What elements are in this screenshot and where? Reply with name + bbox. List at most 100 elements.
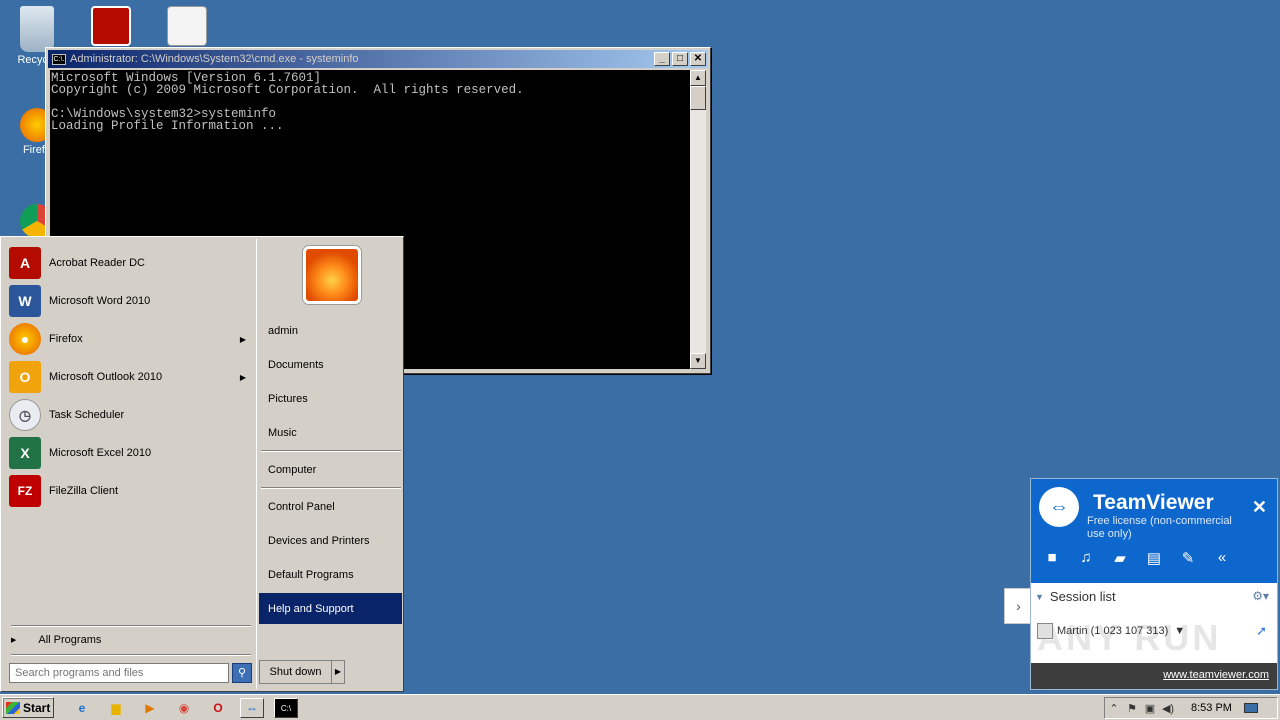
program-label: Microsoft Word 2010 xyxy=(49,295,151,307)
teamviewer-taskbar-icon[interactable]: ⇔ xyxy=(240,698,264,718)
places-item-help-support[interactable]: Help and Support xyxy=(259,593,402,624)
collapse-icon[interactable]: « xyxy=(1213,549,1231,567)
cmd-title-bar[interactable]: C:\. Administrator: C:\Windows\System32\… xyxy=(48,50,708,68)
opera-icon[interactable]: O xyxy=(206,698,230,718)
triangle-right-icon: ▶ xyxy=(11,637,17,644)
program-label: Acrobat Reader DC xyxy=(49,257,145,269)
filezilla-icon: FZ xyxy=(9,475,41,507)
close-button[interactable]: ✕ xyxy=(690,52,706,66)
scroll-down-icon[interactable]: ▼ xyxy=(690,353,706,369)
start-menu: A Acrobat Reader DC W Microsoft Word 201… xyxy=(0,236,404,692)
ie-icon[interactable]: e xyxy=(70,698,94,718)
program-label: Microsoft Outlook 2010 xyxy=(49,371,163,383)
program-acrobat-reader[interactable]: A Acrobat Reader DC xyxy=(9,245,254,281)
submenu-arrow-icon[interactable]: ▶ xyxy=(240,335,246,344)
word-icon: W xyxy=(9,285,41,317)
tools-icon[interactable]: ✎ xyxy=(1179,549,1197,567)
dropdown-icon[interactable]: ▼ xyxy=(1174,625,1185,637)
scroll-up-icon[interactable]: ▲ xyxy=(690,70,706,86)
acrobat-icon xyxy=(91,6,131,46)
show-desktop-icon[interactable] xyxy=(1243,703,1258,713)
program-label: FileZilla Client xyxy=(49,485,119,497)
program-filezilla[interactable]: FZ FileZilla Client xyxy=(9,473,254,509)
places-item-control-panel[interactable]: Control Panel xyxy=(259,491,402,522)
desktop-icon-word[interactable] xyxy=(152,6,222,48)
explorer-folder-icon[interactable]: ▆ xyxy=(104,698,128,718)
search-input[interactable] xyxy=(9,663,229,683)
flag-icon[interactable]: ⚑ xyxy=(1123,702,1141,715)
teamviewer-website-link[interactable]: www.teamviewer.com xyxy=(1163,669,1269,681)
firefox-icon: ● xyxy=(9,323,41,355)
chrome-icon[interactable]: ◉ xyxy=(172,698,196,718)
program-outlook[interactable]: O Microsoft Outlook 2010 ▶ xyxy=(9,359,254,395)
console-line: Copyright (c) 2009 Microsoft Corporation… xyxy=(51,83,524,97)
search-icon[interactable]: ⚲ xyxy=(232,663,252,683)
volume-icon[interactable]: ◀) xyxy=(1159,702,1177,715)
teamviewer-footer: www.teamviewer.com xyxy=(1031,663,1277,689)
places-item-pictures[interactable]: Pictures xyxy=(259,383,402,414)
console-line: Loading Profile Information ... xyxy=(51,119,284,133)
cmd-window-title: Administrator: C:\Windows\System32\cmd.e… xyxy=(70,53,359,65)
start-label: Start xyxy=(23,700,51,715)
places-item-admin[interactable]: admin xyxy=(259,315,402,346)
close-icon[interactable]: ✕ xyxy=(1252,497,1267,518)
cursor-icon[interactable]: ➚ xyxy=(1256,623,1267,639)
cmd-app-icon: C:\. xyxy=(52,53,66,65)
teamviewer-panel: ⇔ TeamViewer Free license (non-commercia… xyxy=(1030,478,1278,690)
gear-icon[interactable]: ⚙▾ xyxy=(1252,589,1269,603)
excel-icon: X xyxy=(9,437,41,469)
cmd-scrollbar[interactable]: ▲ ▼ xyxy=(690,70,706,369)
shutdown-options-arrow-icon[interactable]: ▶ xyxy=(332,661,344,683)
cmd-taskbar-icon[interactable]: C:\ xyxy=(274,698,298,718)
program-label: Firefox xyxy=(49,333,83,345)
start-menu-divider xyxy=(11,625,251,627)
video-icon[interactable]: ■ xyxy=(1043,549,1061,567)
desktop-icon-acrobat[interactable] xyxy=(76,6,146,48)
acrobat-icon: A xyxy=(9,247,41,279)
places-item-computer[interactable]: Computer xyxy=(259,454,402,485)
session-list-header[interactable]: ▼ Session list xyxy=(1035,589,1116,604)
program-word[interactable]: W Microsoft Word 2010 xyxy=(9,283,254,319)
teamviewer-license-text: Free license (non-commercial use only) xyxy=(1087,515,1232,540)
teamviewer-header: ⇔ TeamViewer Free license (non-commercia… xyxy=(1031,479,1277,583)
shutdown-button[interactable]: Shut down xyxy=(260,661,332,683)
teamviewer-expand-tab[interactable]: › xyxy=(1004,588,1032,624)
teamviewer-toolbar: ■ ♫ ▰ ▤ ✎ « xyxy=(1043,549,1231,567)
start-menu-divider xyxy=(11,654,251,656)
triangle-down-icon: ▼ xyxy=(1035,591,1044,602)
program-excel[interactable]: X Microsoft Excel 2010 xyxy=(9,435,254,471)
session-item[interactable]: Martin (1 023 107 313) ▼ xyxy=(1037,623,1185,639)
user-avatar[interactable] xyxy=(303,246,361,304)
network-icon[interactable]: ▣ xyxy=(1141,702,1159,715)
word-doc-icon xyxy=(167,6,207,46)
places-divider xyxy=(261,450,401,452)
places-item-music[interactable]: Music xyxy=(259,417,402,448)
headset-icon[interactable]: ♫ xyxy=(1077,549,1095,567)
program-task-scheduler[interactable]: ◷ Task Scheduler xyxy=(9,397,254,433)
shutdown-control: Shut down ▶ xyxy=(259,660,345,684)
files-icon[interactable]: ▤ xyxy=(1145,549,1163,567)
places-item-devices-printers[interactable]: Devices and Printers xyxy=(259,525,402,556)
show-hidden-icons-icon[interactable]: ⌃ xyxy=(1105,702,1123,715)
submenu-arrow-icon[interactable]: ▶ xyxy=(240,373,246,382)
places-item-default-programs[interactable]: Default Programs xyxy=(259,559,402,590)
windows-logo-icon xyxy=(6,701,20,714)
maximize-button[interactable]: □ xyxy=(672,52,688,66)
quick-launch: e ▆ ▶ ◉ O ⇔ C:\ xyxy=(70,698,298,718)
all-programs-link[interactable]: ▶ All Programs xyxy=(11,634,101,646)
system-tray: ⌃ ⚑ ▣ ◀) 8:53 PM xyxy=(1104,697,1278,719)
places-item-documents[interactable]: Documents xyxy=(259,349,402,380)
recycle-bin-icon xyxy=(20,6,54,52)
clock[interactable]: 8:53 PM xyxy=(1191,702,1232,714)
teamviewer-title: TeamViewer xyxy=(1093,491,1214,514)
program-firefox[interactable]: ● Firefox ▶ xyxy=(9,321,254,357)
places-divider xyxy=(261,487,401,489)
minimize-button[interactable]: _ xyxy=(654,52,670,66)
scroll-thumb[interactable] xyxy=(690,86,706,110)
start-button[interactable]: Start xyxy=(2,697,54,718)
media-player-icon[interactable]: ▶ xyxy=(138,698,162,718)
teamviewer-logo-icon: ⇔ xyxy=(1039,487,1079,527)
taskbar: Start e ▆ ▶ ◉ O ⇔ C:\ ⌃ ⚑ ▣ ◀) 8:53 PM xyxy=(0,694,1280,720)
program-label: Microsoft Excel 2010 xyxy=(49,447,152,459)
chat-icon[interactable]: ▰ xyxy=(1111,549,1129,567)
